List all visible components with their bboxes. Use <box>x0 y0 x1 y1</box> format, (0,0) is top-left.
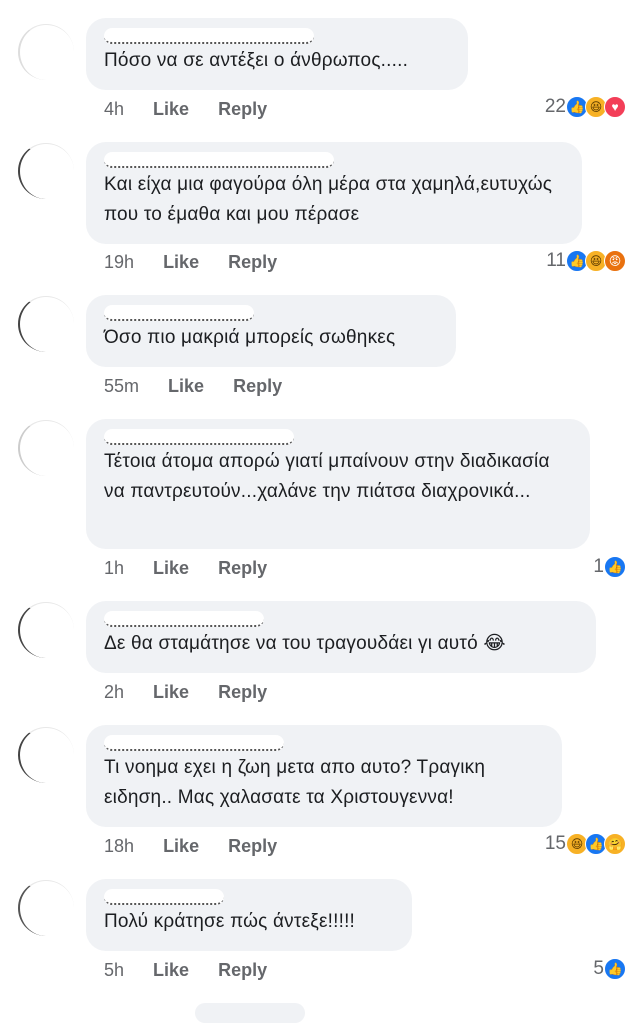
reaction-summary[interactable]: 11 👍 😆 😡 <box>546 250 626 272</box>
like-button[interactable]: Like <box>163 252 199 272</box>
avatar[interactable] <box>18 143 74 199</box>
like-button[interactable]: Like <box>153 682 189 702</box>
reply-button[interactable]: Reply <box>218 558 267 578</box>
avatar[interactable] <box>18 24 74 80</box>
reply-button[interactable]: Reply <box>228 252 277 272</box>
comment-actions: 19h Like Reply <box>104 252 301 273</box>
commenter-name[interactable] <box>104 152 334 168</box>
comment-bubble: Τι νοημα εχει η ζωη μετα απο αυτο? Τραγι… <box>86 725 562 827</box>
comment-time[interactable]: 5h <box>104 960 124 980</box>
angry-reaction-icon: 😡 <box>604 250 626 272</box>
comment-actions: 55m Like Reply <box>104 376 306 397</box>
comment-bubble: Όσο πιο μακριά μπορείς σωθηκες <box>86 295 456 367</box>
comment-bubble: Πόσο να σε αντέξει ο άνθρωπος..... <box>86 18 468 90</box>
comment-text: Τι νοημα εχει η ζωη μετα απο αυτο? Τραγι… <box>104 757 486 808</box>
reaction-count: 5 <box>593 958 604 979</box>
care-reaction-icon: 🤗 <box>604 833 626 855</box>
comment-text: Πόσο να σε αντέξει ο άνθρωπος..... <box>104 50 409 71</box>
like-button[interactable]: Like <box>168 376 204 396</box>
reply-button[interactable]: Reply <box>218 682 267 702</box>
like-button[interactable]: Like <box>153 99 189 119</box>
reaction-count: 15 <box>544 833 566 854</box>
reaction-summary[interactable]: 1 👍 <box>593 556 626 578</box>
reply-button[interactable]: Reply <box>228 836 277 856</box>
comment-time[interactable]: 19h <box>104 252 134 272</box>
avatar[interactable] <box>18 296 74 352</box>
reply-button[interactable]: Reply <box>218 99 267 119</box>
like-reaction-icon: 👍 <box>604 958 626 980</box>
like-reaction-icon: 👍 <box>604 556 626 578</box>
like-button[interactable]: Like <box>153 960 189 980</box>
love-reaction-icon: ♥ <box>604 96 626 118</box>
comment-text: Τέτοια άτομα απορώ γιατί μπαίνουν στην δ… <box>104 451 550 502</box>
commenter-name[interactable] <box>104 735 284 751</box>
avatar[interactable] <box>18 880 74 936</box>
reaction-count: 1 <box>593 556 604 577</box>
comment-time[interactable]: 4h <box>104 99 124 119</box>
next-comment-bubble <box>195 1003 305 1023</box>
reaction-summary[interactable]: 5 👍 <box>593 958 626 980</box>
comment-actions: 18h Like Reply <box>104 836 301 857</box>
comment-actions: 1h Like Reply <box>104 558 291 579</box>
comment-bubble: Και είχα μια φαγούρα όλη μέρα στα χαμηλά… <box>86 142 582 244</box>
comment-text: Όσο πιο μακριά μπορείς σωθηκες <box>104 327 396 348</box>
comment-actions: 5h Like Reply <box>104 960 291 981</box>
commenter-name[interactable] <box>104 611 264 627</box>
reply-button[interactable]: Reply <box>233 376 282 396</box>
comment-time[interactable]: 2h <box>104 682 124 702</box>
reaction-count: 22 <box>544 96 566 117</box>
commenter-name[interactable] <box>104 429 294 445</box>
comment-actions: 4h Like Reply <box>104 99 291 120</box>
comment-time[interactable]: 18h <box>104 836 134 856</box>
like-button[interactable]: Like <box>153 558 189 578</box>
commenter-name[interactable] <box>104 889 224 905</box>
comment-bubble: Τέτοια άτομα απορώ γιατί μπαίνουν στην δ… <box>86 419 590 549</box>
comment-bubble: Δε θα σταμάτησε να του τραγουδάει γι αυτ… <box>86 601 596 673</box>
comment-time[interactable]: 55m <box>104 376 139 396</box>
avatar[interactable] <box>18 602 74 658</box>
comment-time[interactable]: 1h <box>104 558 124 578</box>
comment-text: Δε θα σταμάτησε να του τραγουδάει γι αυτ… <box>104 633 506 654</box>
commenter-name[interactable] <box>104 28 314 44</box>
avatar[interactable] <box>18 727 74 783</box>
commenter-name[interactable] <box>104 305 254 321</box>
reaction-summary[interactable]: 15 😆 👍 🤗 <box>545 833 626 855</box>
comment-text: Και είχα μια φαγούρα όλη μέρα στα χαμηλά… <box>104 174 553 225</box>
comment-text: Πολύ κράτησε πώς άντεξε!!!!! <box>104 911 356 932</box>
comment-bubble: Πολύ κράτησε πώς άντεξε!!!!! <box>86 879 412 951</box>
comment-actions: 2h Like Reply <box>104 682 291 703</box>
avatar[interactable] <box>18 420 74 476</box>
reply-button[interactable]: Reply <box>218 960 267 980</box>
like-button[interactable]: Like <box>163 836 199 856</box>
reaction-count: 11 <box>546 250 566 271</box>
reaction-summary[interactable]: 22 👍 😆 ♥ <box>545 96 626 118</box>
